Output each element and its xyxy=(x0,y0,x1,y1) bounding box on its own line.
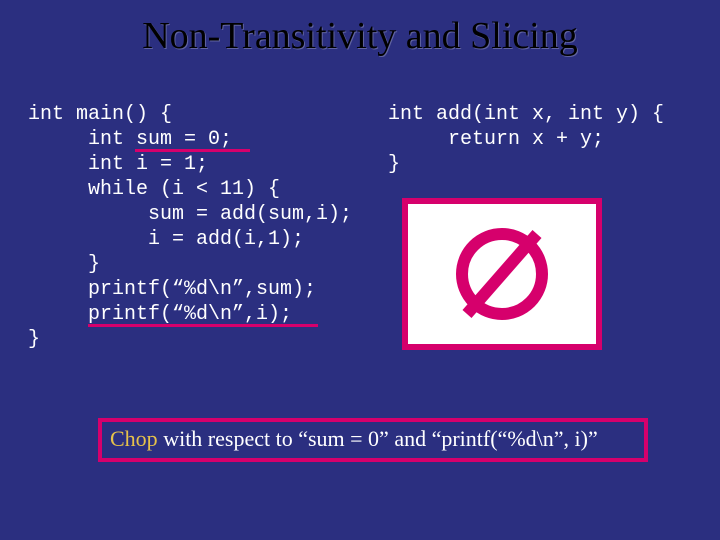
underline-sum-eq-0 xyxy=(135,149,250,152)
empty-set-box xyxy=(402,198,602,350)
caption-rest: with respect to “sum = 0” and “printf(“%… xyxy=(158,426,598,451)
slide-title: Non-Transitivity and Slicing xyxy=(0,0,720,58)
empty-set-icon xyxy=(442,214,562,334)
caption-lead: Chop xyxy=(110,426,158,451)
underline-printf-i xyxy=(88,324,318,327)
chop-caption: Chop with respect to “sum = 0” and “prin… xyxy=(98,418,648,462)
code-add: int add(int x, int y) { return x + y; } xyxy=(388,102,664,177)
code-main: int main() { int sum = 0; int i = 1; whi… xyxy=(28,102,352,352)
